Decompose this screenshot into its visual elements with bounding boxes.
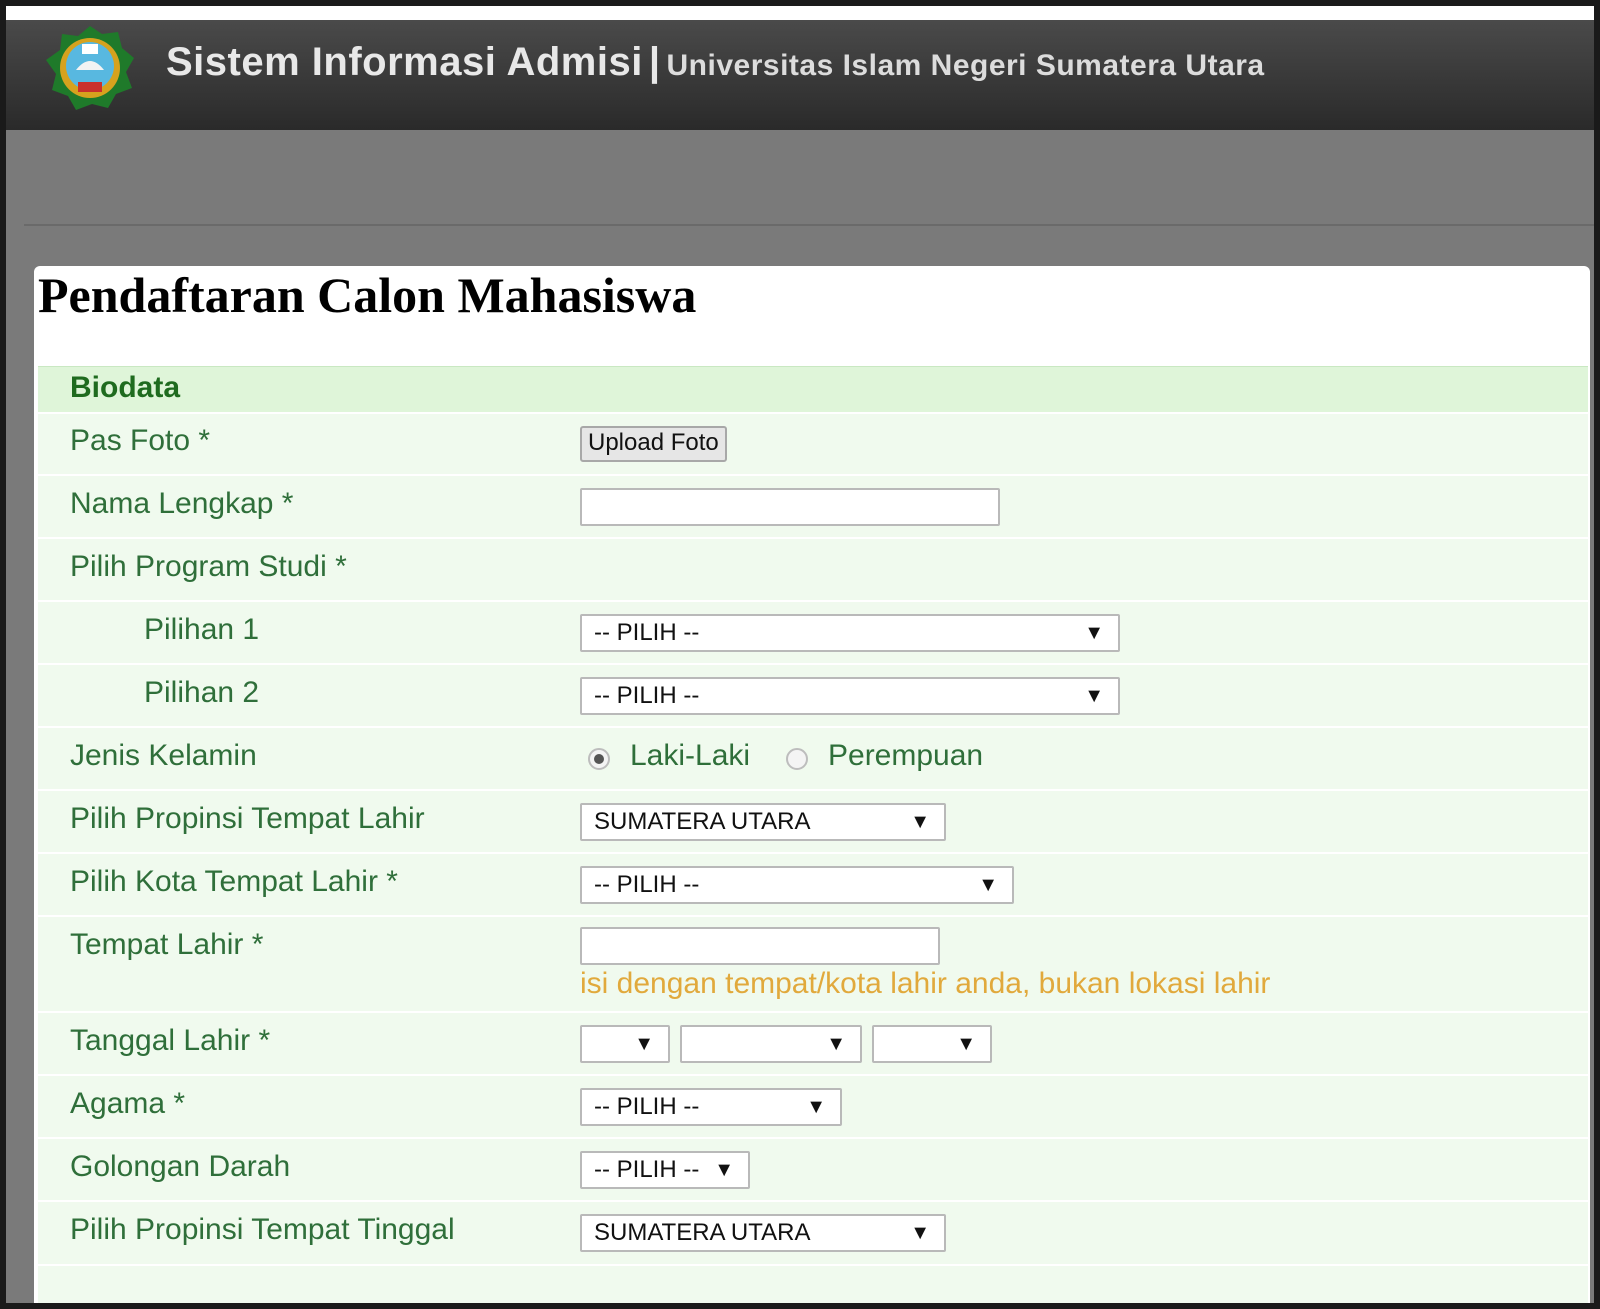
row-tanggal-lahir: Tanggal Lahir * ▼ ▼ ▼: [38, 1013, 1588, 1076]
agama-label: Agama *: [70, 1087, 186, 1120]
dropdown-arrow-icon: ▼: [978, 874, 998, 896]
row-agama: Agama * -- PILIH -- ▼: [38, 1076, 1588, 1139]
row-pilihan-2: Pilihan 2 -- PILIH -- ▼: [38, 665, 1588, 728]
divider: [24, 224, 1594, 226]
pilihan-2-select[interactable]: -- PILIH -- ▼: [580, 677, 1120, 715]
kota-lahir-value: -- PILIH --: [594, 871, 700, 898]
dropdown-arrow-icon: ▼: [806, 1096, 826, 1118]
row-pas-foto: Pas Foto * Upload Foto: [38, 414, 1588, 476]
row-propinsi-tinggal: Pilih Propinsi Tempat Tinggal SUMATERA U…: [38, 1202, 1588, 1266]
pilihan-1-value: -- PILIH --: [594, 619, 700, 646]
golongan-darah-value: -- PILIH --: [594, 1156, 700, 1183]
program-studi-label: Pilih Program Studi *: [70, 550, 347, 583]
tempat-lahir-hint: isi dengan tempat/kota lahir anda, bukan…: [580, 967, 1271, 1000]
browser-frame: Sistem Informasi Admisi | Universitas Isla…: [0, 0, 1600, 1309]
kota-lahir-label: Pilih Kota Tempat Lahir *: [70, 865, 398, 898]
tanggal-lahir-label: Tanggal Lahir *: [70, 1024, 271, 1057]
laki-laki-label[interactable]: Laki-Laki: [630, 739, 750, 773]
row-tempat-lahir: Tempat Lahir * isi dengan tempat/kota la…: [38, 917, 1588, 1013]
kota-lahir-select[interactable]: -- PILIH -- ▼: [580, 866, 1014, 904]
pas-foto-label: Pas Foto *: [70, 424, 211, 457]
tempat-lahir-input[interactable]: [580, 927, 940, 965]
agama-select[interactable]: -- PILIH -- ▼: [580, 1088, 842, 1126]
propinsi-lahir-value: SUMATERA UTARA: [594, 808, 811, 835]
title-separator: |: [648, 40, 661, 84]
app-title-text: Sistem Informasi Admisi: [166, 40, 643, 84]
tanggal-lahir-day-select[interactable]: ▼: [580, 1025, 670, 1063]
propinsi-tinggal-value: SUMATERA UTARA: [594, 1219, 811, 1246]
row-kota-lahir: Pilih Kota Tempat Lahir * -- PILIH -- ▼: [38, 854, 1588, 917]
nama-lengkap-input[interactable]: [580, 488, 1000, 526]
pilihan-2-value: -- PILIH --: [594, 682, 700, 709]
dropdown-arrow-icon: ▼: [1084, 622, 1104, 644]
pilihan-1-select[interactable]: -- PILIH -- ▼: [580, 614, 1120, 652]
agama-value: -- PILIH --: [594, 1093, 700, 1120]
dropdown-arrow-icon: ▼: [1084, 685, 1104, 707]
radio-perempuan[interactable]: [786, 748, 808, 770]
form-panel: Pendaftaran Calon Mahasiswa Biodata Pas …: [34, 266, 1590, 1303]
row-program-studi: Pilih Program Studi *: [38, 539, 1588, 602]
dropdown-arrow-icon: ▼: [910, 1222, 930, 1244]
page-title: Pendaftaran Calon Mahasiswa: [38, 267, 697, 323]
propinsi-tinggal-select[interactable]: SUMATERA UTARA ▼: [580, 1214, 946, 1252]
propinsi-tinggal-label: Pilih Propinsi Tempat Tinggal: [70, 1213, 455, 1246]
institution-name: Universitas Islam Negeri Sumatera Utara: [666, 49, 1265, 82]
golongan-darah-select[interactable]: -- PILIH -- ▼: [580, 1151, 750, 1189]
radio-laki-laki[interactable]: [588, 748, 610, 770]
perempuan-label[interactable]: Perempuan: [828, 739, 983, 773]
dropdown-arrow-icon: ▼: [714, 1159, 734, 1181]
app-title: Sistem Informasi Admisi | Universitas Isla…: [166, 40, 1265, 85]
row-nama-lengkap: Nama Lengkap *: [38, 476, 1588, 539]
row-propinsi-lahir: Pilih Propinsi Tempat Lahir SUMATERA UTA…: [38, 791, 1588, 854]
dropdown-arrow-icon: ▼: [634, 1033, 654, 1055]
golongan-darah-label: Golongan Darah: [70, 1150, 291, 1183]
propinsi-lahir-select[interactable]: SUMATERA UTARA ▼: [580, 803, 946, 841]
row-pilihan-1: Pilihan 1 -- PILIH -- ▼: [38, 602, 1588, 665]
tanggal-lahir-year-select[interactable]: ▼: [872, 1025, 992, 1063]
university-crest-icon: [46, 26, 134, 110]
row-jenis-kelamin: Jenis Kelamin Laki-Laki Perempuan: [38, 728, 1588, 791]
section-header-biodata: Biodata: [38, 366, 1588, 412]
dropdown-arrow-icon: ▼: [826, 1033, 846, 1055]
pilihan-1-label: Pilihan 1: [144, 613, 260, 646]
nama-lengkap-label: Nama Lengkap *: [70, 487, 294, 520]
row-golongan-darah: Golongan Darah -- PILIH -- ▼: [38, 1139, 1588, 1202]
dropdown-arrow-icon: ▼: [956, 1033, 976, 1055]
row-next-partial: [38, 1266, 1588, 1303]
app-header: Sistem Informasi Admisi | Universitas Isla…: [6, 20, 1594, 130]
pilihan-2-label: Pilihan 2: [144, 676, 260, 709]
jenis-kelamin-label: Jenis Kelamin: [70, 739, 257, 772]
propinsi-lahir-label: Pilih Propinsi Tempat Lahir: [70, 802, 425, 835]
tempat-lahir-label: Tempat Lahir *: [70, 928, 264, 961]
upload-foto-button[interactable]: Upload Foto: [580, 426, 727, 462]
tanggal-lahir-month-select[interactable]: ▼: [680, 1025, 862, 1063]
dropdown-arrow-icon: ▼: [910, 811, 930, 833]
